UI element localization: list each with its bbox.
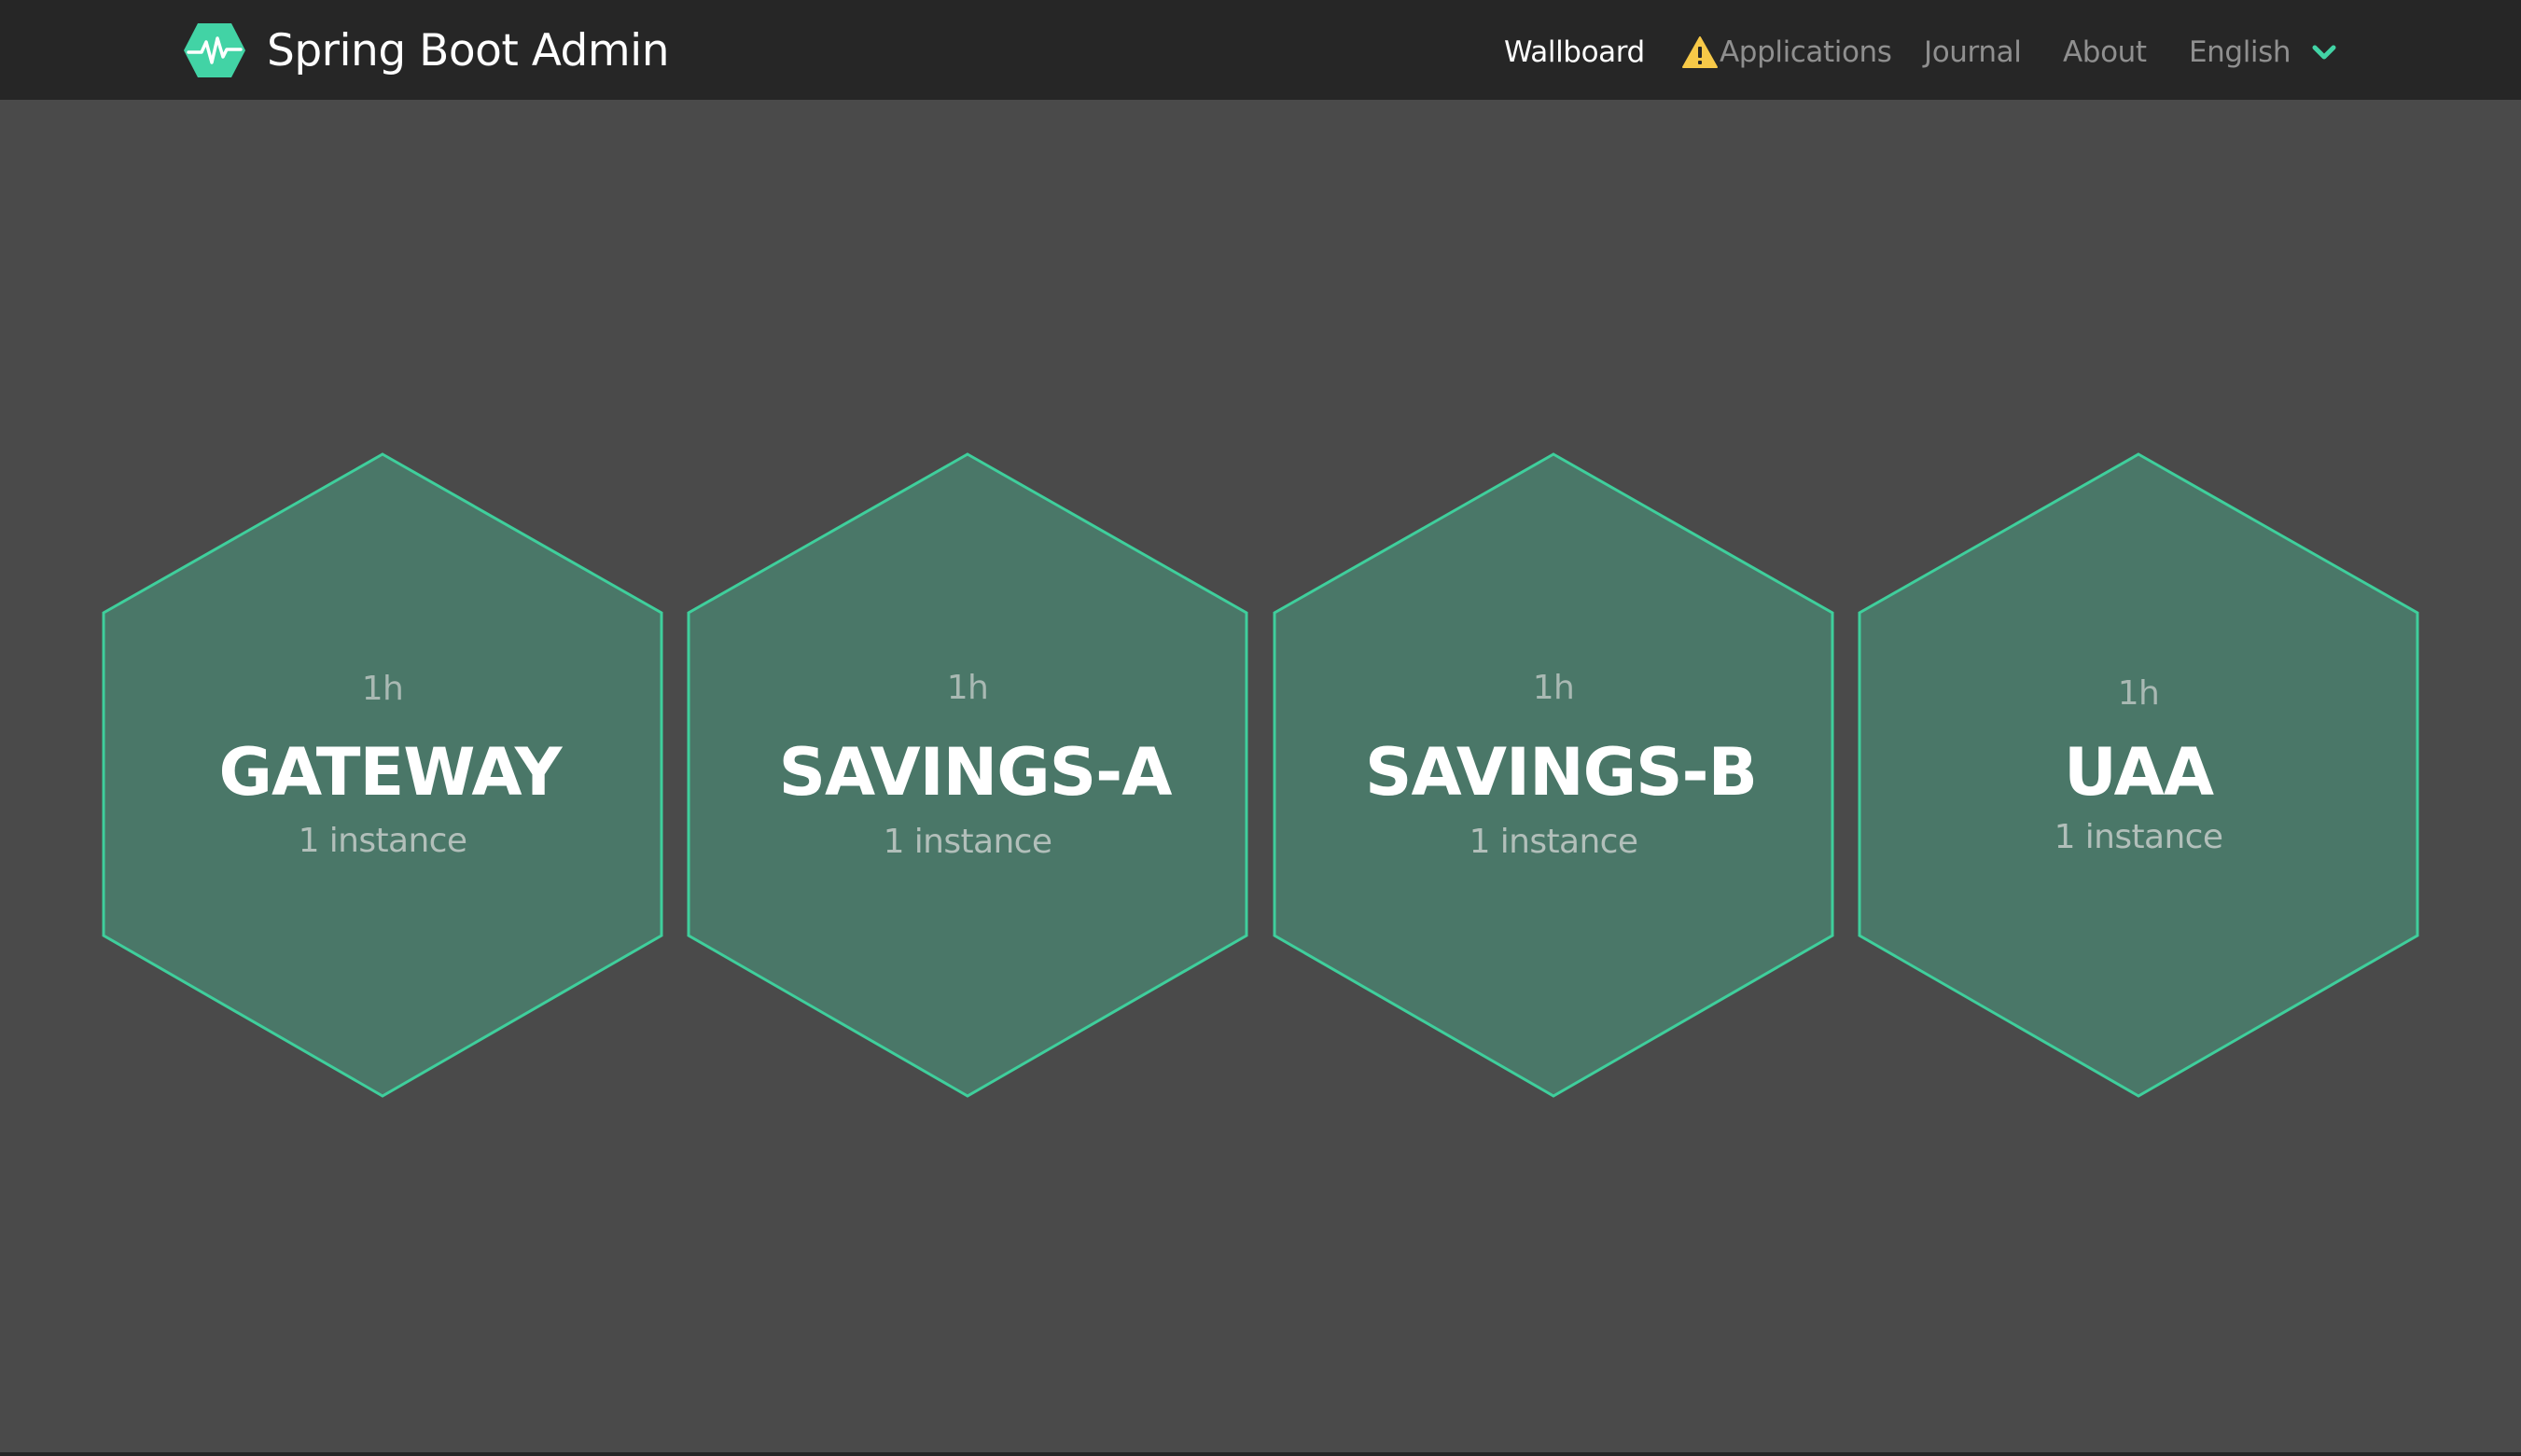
nav-about[interactable]: About (2063, 28, 2147, 76)
tile-application-name: SAVINGS-B (1365, 734, 1758, 811)
tile-instance-count: 1 instance (2054, 818, 2223, 856)
tile-uptime: 1h (1532, 669, 1575, 707)
tile-uptime: 1h (2117, 674, 2160, 713)
nav-wallboard[interactable]: Wallboard (1504, 28, 1645, 76)
nav-journal[interactable]: Journal (1924, 28, 2022, 76)
brand[interactable]: Spring Boot Admin (183, 21, 670, 80)
nav-applications-label: Applications (1720, 35, 1892, 69)
tile-instance-count: 1 instance (883, 823, 1052, 861)
language-dropdown[interactable]: English (2189, 28, 2337, 76)
bottom-border (0, 1452, 2521, 1456)
nav-journal-label: Journal (1924, 35, 2022, 69)
nav-about-label: About (2063, 35, 2147, 69)
tile-uptime: 1h (361, 670, 404, 708)
tile-application-name: SAVINGS-A (778, 734, 1173, 811)
heartbeat-hexagon-icon (184, 23, 245, 77)
nav-wallboard-label: Wallboard (1504, 35, 1645, 69)
tile-application-name: GATEWAY (218, 734, 563, 811)
app-title: Spring Boot Admin (267, 24, 670, 76)
language-dropdown-label: English (2189, 35, 2291, 69)
chevron-down-icon (2312, 45, 2336, 60)
top-navbar: Spring Boot Admin Wallboard Applications… (0, 0, 2521, 100)
tile-uptime: 1h (946, 669, 989, 707)
tile-application-name: UAA (2063, 734, 2214, 811)
wallboard: 1h GATEWAY 1 instance 1h SAVINGS-A 1 ins… (0, 100, 2521, 1456)
warning-triangle-icon (1682, 36, 1718, 68)
tile-instance-count: 1 instance (298, 822, 467, 860)
tile-instance-count: 1 instance (1469, 823, 1638, 861)
nav-applications[interactable]: Applications (1681, 28, 1892, 76)
